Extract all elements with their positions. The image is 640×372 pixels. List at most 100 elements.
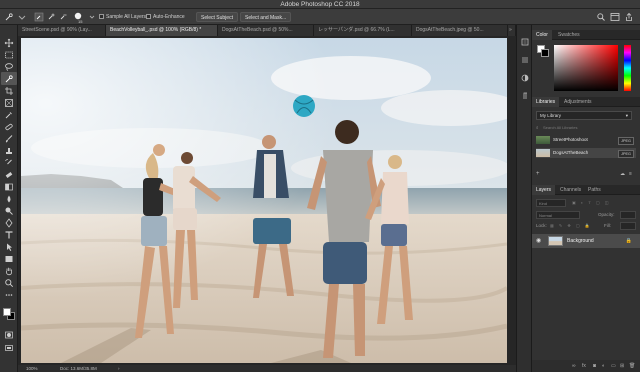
library-item-tag: JPEG xyxy=(618,137,634,145)
healing-brush-tool-icon[interactable] xyxy=(4,122,14,132)
sample-all-layers-checkbox[interactable]: Sample All Layers xyxy=(99,12,146,22)
dodge-tool-icon[interactable] xyxy=(4,206,14,216)
lock-icons[interactable]: ▦ ✎ ✥ ▢ 🔒 xyxy=(550,222,592,230)
share-icon[interactable] xyxy=(624,12,634,22)
tab-swatches[interactable]: Swatches xyxy=(554,30,584,40)
new-group-icon[interactable]: ▭ xyxy=(611,360,616,372)
blur-tool-icon[interactable] xyxy=(4,194,14,204)
history-panel-icon[interactable] xyxy=(520,37,530,47)
layer-row[interactable]: ◉ Background 🔒 xyxy=(532,234,640,248)
add-to-selection-icon[interactable] xyxy=(46,12,56,22)
library-item-thumbnail xyxy=(536,149,550,157)
tab-channels[interactable]: Channels xyxy=(556,185,585,195)
photoshop-window: Adobe Photoshop CC 2018 15 Sample All La… xyxy=(0,0,640,372)
tab-dogsatthebeach-psd[interactable]: DogsAtTheBeach.psd @ 50%... xyxy=(218,25,314,36)
options-bar: 15 Sample All Layers Auto-Enhance Select… xyxy=(0,9,640,25)
layer-style-icon[interactable]: fx xyxy=(582,360,586,372)
workspace-icon[interactable] xyxy=(610,12,620,22)
foreground-color-fill[interactable] xyxy=(3,308,11,316)
select-and-mask-button[interactable]: Select and Mask... xyxy=(240,12,292,22)
tab-paths[interactable]: Paths xyxy=(584,185,605,195)
eyedropper-tool-icon[interactable] xyxy=(4,110,14,120)
fill-label: Fill: xyxy=(604,223,611,228)
layer-thumbnail xyxy=(548,236,563,246)
tab-beachvolleyball[interactable]: BeachVolleyball_.psd @ 100% (RGB/8) * xyxy=(106,25,218,36)
library-search[interactable]: ⌕ Search All Libraries xyxy=(536,124,632,132)
history-brush-tool-icon[interactable] xyxy=(4,158,14,168)
clone-stamp-tool-icon[interactable] xyxy=(4,146,14,156)
tab-dogsatthebeach-jpeg[interactable]: DogsAtTheBeach.jpeg @ 50... xyxy=(412,25,508,36)
delete-layer-icon[interactable]: 🗑 xyxy=(629,360,635,372)
new-selection-icon[interactable] xyxy=(34,12,44,22)
move-tool-icon[interactable] xyxy=(4,38,14,48)
more-tools-icon[interactable] xyxy=(4,290,14,300)
marquee-tool-icon[interactable] xyxy=(4,50,14,60)
layer-filter-kind[interactable]: Kind xyxy=(536,199,566,207)
eraser-tool-icon[interactable] xyxy=(4,170,14,180)
screen-mode-icon[interactable] xyxy=(4,343,14,353)
add-content-icon[interactable]: + xyxy=(536,170,540,178)
tab-red-panda[interactable]: レッサーパンダ.psd @ 66.7% (L... xyxy=(314,25,412,36)
layer-lock-icon: 🔒 xyxy=(625,238,632,244)
tab-libraries[interactable]: Libraries xyxy=(532,97,560,107)
fill-field[interactable] xyxy=(620,222,636,230)
select-subject-button[interactable]: Select Subject xyxy=(196,12,238,22)
tab-streetscene[interactable]: StreetScene.psd @ 90% (Lay... xyxy=(18,25,106,36)
link-layers-icon[interactable]: ∞ xyxy=(572,360,576,372)
tab-color[interactable]: Color xyxy=(532,30,552,40)
paragraph-panel-icon[interactable] xyxy=(520,91,530,101)
rectangle-tool-icon[interactable] xyxy=(4,254,14,264)
zoom-tool-icon[interactable] xyxy=(4,278,14,288)
right-panels: Color Swatches Libraries Adjustments My … xyxy=(532,25,640,372)
panel-dock-icons xyxy=(516,25,532,372)
opacity-field[interactable] xyxy=(620,211,636,219)
color-picker-field[interactable] xyxy=(554,45,618,91)
library-footer: + ☁ ≡ xyxy=(536,170,636,178)
document-size[interactable]: Doc: 13.6M/35.8M xyxy=(60,365,97,372)
add-mask-icon[interactable]: ◙ xyxy=(593,360,596,372)
crop-tool-icon[interactable] xyxy=(4,86,14,96)
gradient-tool-icon[interactable] xyxy=(4,182,14,192)
library-item[interactable]: StreetPhotoshoot JPEG xyxy=(536,135,636,145)
path-selection-tool-icon[interactable] xyxy=(4,242,14,252)
new-layer-icon[interactable]: ⊞ xyxy=(620,360,624,372)
zoom-level[interactable]: 100% xyxy=(26,365,38,372)
hand-tool-icon[interactable] xyxy=(4,266,14,276)
adjustment-layer-icon[interactable]: ◐ xyxy=(602,360,605,372)
properties-panel-icon[interactable] xyxy=(520,55,530,65)
status-arrow-icon[interactable]: › xyxy=(118,365,120,372)
frame-tool-icon[interactable] xyxy=(4,98,14,108)
blend-mode-select[interactable]: Normal xyxy=(536,211,580,219)
layer-filter-icons[interactable]: ▣ ◐ T ▢ ◫ xyxy=(572,199,636,207)
color-background-swatch[interactable] xyxy=(541,49,549,57)
quick-selection-tool-active-icon[interactable] xyxy=(4,74,14,84)
hue-slider[interactable] xyxy=(624,45,631,91)
quick-mask-icon[interactable] xyxy=(4,330,14,340)
tab-layers[interactable]: Layers xyxy=(532,185,556,195)
library-item-thumbnail xyxy=(536,136,550,144)
layer-visibility-eye-icon[interactable]: ◉ xyxy=(536,234,541,248)
brush-dropdown-icon[interactable] xyxy=(87,12,97,22)
sample-all-layers-box[interactable] xyxy=(99,14,104,20)
search-icon[interactable] xyxy=(596,12,606,22)
pen-tool-icon[interactable] xyxy=(4,218,14,228)
adjustments-panel-icon[interactable] xyxy=(520,73,530,83)
library-item[interactable]: DogsAtTheBeach JPEG xyxy=(536,148,636,158)
tabs-overflow[interactable]: » xyxy=(508,25,516,36)
tool-preset-dropdown-icon[interactable] xyxy=(17,12,27,22)
document-canvas[interactable] xyxy=(21,38,507,363)
type-tool-icon[interactable] xyxy=(4,230,14,240)
layers-footer: ∞ fx ◙ ◐ ▭ ⊞ 🗑 xyxy=(532,360,640,372)
cloud-sync-icon[interactable]: ☁ xyxy=(620,170,625,178)
library-select[interactable]: My Library ▾ xyxy=(536,111,632,120)
tab-adjustments[interactable]: Adjustments xyxy=(560,97,596,107)
auto-enhance-checkbox[interactable]: Auto-Enhance xyxy=(146,12,185,22)
brush-tool-icon[interactable] xyxy=(4,134,14,144)
library-search-icon: ⌕ xyxy=(536,125,539,130)
window-title: Adobe Photoshop CC 2018 xyxy=(280,1,360,8)
subtract-from-selection-icon[interactable] xyxy=(58,12,68,22)
lasso-tool-icon[interactable] xyxy=(4,62,14,72)
auto-enhance-box[interactable] xyxy=(146,14,151,20)
quick-selection-tool-icon[interactable] xyxy=(4,12,14,22)
library-menu-icon[interactable]: ≡ xyxy=(629,170,632,178)
